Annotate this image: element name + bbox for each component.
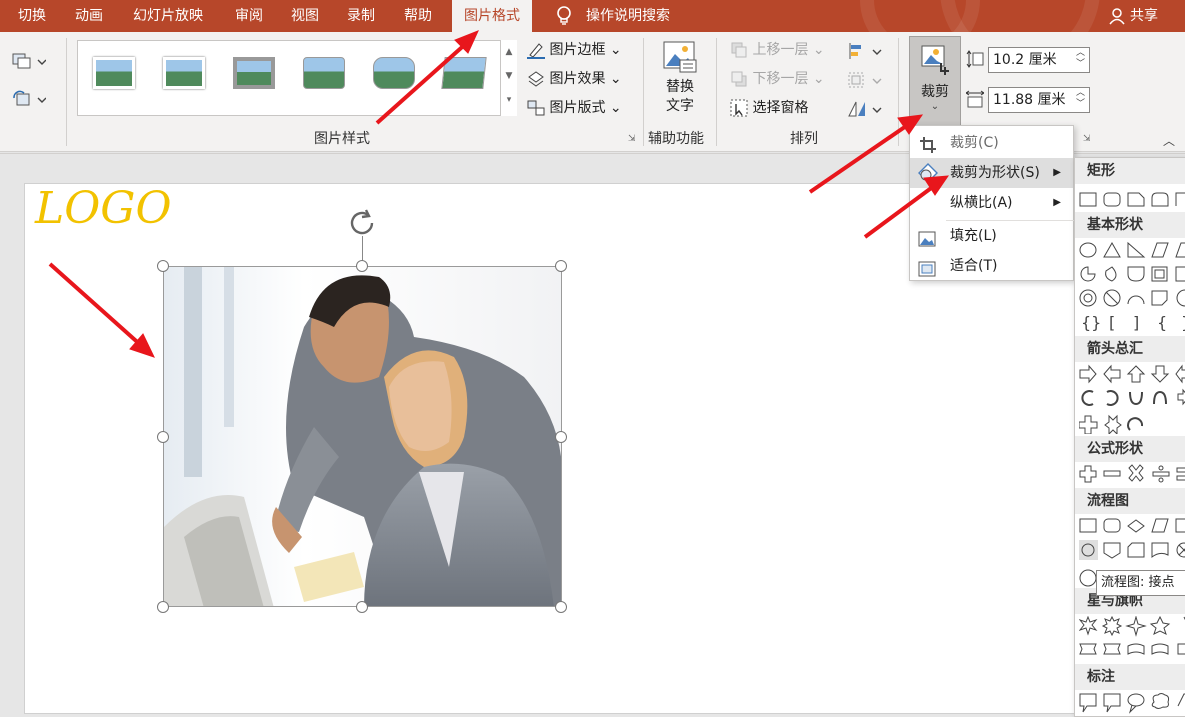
- annotation-arrow: [375, 38, 472, 125]
- annotation-arrow: [48, 262, 146, 350]
- annotation-arrow: [863, 181, 940, 239]
- annotation-arrows: [48, 30, 950, 358]
- annotation-arrow: [808, 120, 914, 194]
